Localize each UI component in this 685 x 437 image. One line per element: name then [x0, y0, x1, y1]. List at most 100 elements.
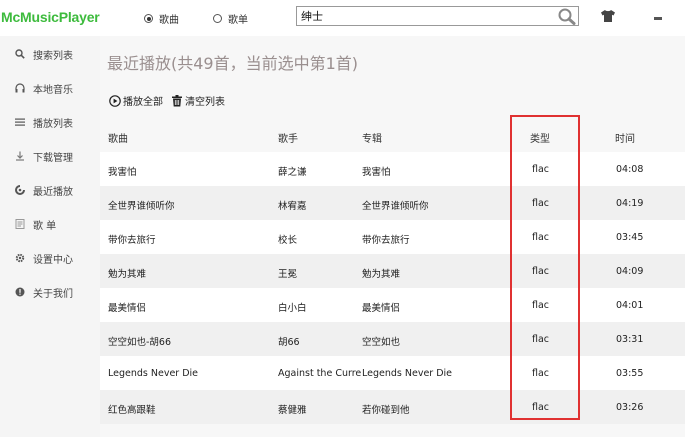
sidebar-item-local-music[interactable]: 本地音乐: [0, 73, 100, 103]
play-circle-icon: [109, 94, 121, 107]
sidebar-item-download-manager[interactable]: 下载管理: [0, 141, 100, 171]
minimize-icon[interactable]: [654, 17, 662, 20]
song-cell: 全世界谁倾听你: [108, 201, 175, 212]
song-cell: 红色高跟鞋: [108, 405, 156, 416]
clear-list-label: 清空列表: [185, 97, 225, 108]
headphones-icon: [15, 83, 25, 93]
sidebar-item-label: 本地音乐: [33, 84, 73, 96]
table-row[interactable]: 空空如也-胡66 胡66 空空如也 flac 03:31: [100, 322, 685, 356]
search-icon[interactable]: [557, 7, 577, 25]
sidebar-item-label: 歌 单: [33, 220, 57, 232]
download-icon: [16, 151, 24, 161]
type-cell: flac: [532, 402, 550, 413]
song-cell: 勉为其难: [108, 269, 147, 280]
table-row[interactable]: 带你去旅行 校长 带你去旅行 flac 03:45: [100, 220, 685, 254]
page-title: 最近播放(共49首，当前选中第1首): [107, 54, 359, 73]
gear-icon: [15, 253, 25, 263]
column-header-time[interactable]: 时间: [615, 130, 635, 145]
column-header-song[interactable]: 歌曲: [108, 130, 128, 145]
artist-cell: 蔡健雅: [278, 405, 307, 416]
time-cell: 03:31: [616, 334, 644, 345]
album-cell: 若你碰到他: [362, 405, 410, 416]
sidebar-item-label: 关于我们: [33, 288, 73, 300]
song-cell: 我害怕: [108, 167, 137, 178]
sidebar-item-play-list[interactable]: 播放列表: [0, 107, 100, 137]
album-cell: 勉为其难: [362, 269, 401, 280]
sidebar-item-label: 下载管理: [33, 152, 73, 164]
column-header-artist[interactable]: 歌手: [278, 130, 298, 145]
top-bar: McMusicPlayer 歌曲 歌单: [0, 0, 685, 36]
song-cell: 带你去旅行: [108, 235, 156, 246]
list-icon: [15, 118, 25, 126]
search-input[interactable]: [297, 7, 547, 25]
sidebar-item-search-list[interactable]: 搜索列表: [0, 39, 100, 69]
album-cell: 我害怕: [362, 167, 391, 178]
search-mode-playlist-radio[interactable]: 歌单: [213, 11, 248, 26]
artist-cell: Against the Curre: [278, 368, 362, 379]
radio-unselected-icon: [213, 14, 222, 23]
sidebar: 搜索列表 本地音乐 播放列表 下载管理 最近播放 歌 单 设置中心 关于我们: [0, 36, 100, 437]
artist-cell: 校长: [278, 235, 298, 246]
play-all-button[interactable]: 播放全部: [109, 93, 163, 108]
recent-icon: [15, 185, 25, 195]
artist-cell: 白小白: [278, 303, 307, 314]
album-cell: 全世界谁倾听你: [362, 201, 429, 212]
time-cell: 04:09: [616, 266, 644, 277]
sidebar-item-label: 最近播放: [33, 186, 73, 198]
table-row[interactable]: 勉为其难 王冕 勉为其难 flac 04:09: [100, 254, 685, 288]
trash-icon: [172, 94, 182, 106]
type-cell: flac: [532, 232, 550, 243]
type-cell: flac: [532, 334, 550, 345]
search-mode-playlist-label: 歌单: [228, 15, 248, 26]
song-cell: Legends Never Die: [108, 368, 199, 379]
time-cell: 03:45: [616, 232, 644, 243]
radio-selected-icon: [144, 14, 153, 23]
app-logo: McMusicPlayer: [1, 9, 100, 25]
time-cell: 03:55: [616, 368, 644, 379]
album-cell: Legends Never Die: [362, 368, 453, 379]
play-all-label: 播放全部: [123, 97, 163, 108]
type-cell: flac: [532, 368, 550, 379]
sidebar-item-recent-play[interactable]: 最近播放: [0, 175, 100, 205]
album-cell: 空空如也: [362, 337, 401, 348]
table-header: [100, 118, 685, 152]
table-row[interactable]: 我害怕 薛之谦 我害怕 flac 04:08: [100, 152, 685, 186]
info-icon: [15, 287, 25, 297]
table-row[interactable]: Legends Never Die Against the Curre Lege…: [100, 356, 685, 390]
song-cell: 最美情侣: [108, 303, 147, 314]
sidebar-item-playlists[interactable]: 歌 单: [0, 209, 100, 239]
table-row[interactable]: 最美情侣 白小白 最美情侣 flac 04:01: [100, 288, 685, 322]
search-icon: [15, 49, 25, 59]
album-cell: 带你去旅行: [362, 235, 410, 246]
artist-cell: 胡66: [278, 337, 300, 348]
skin-shirt-icon[interactable]: [600, 9, 616, 23]
type-cell: flac: [532, 164, 550, 175]
time-cell: 03:26: [616, 402, 644, 413]
sidebar-item-about[interactable]: 关于我们: [0, 277, 100, 307]
table-row[interactable]: 红色高跟鞋 蔡健雅 若你碰到他 flac 03:26: [100, 390, 685, 424]
time-cell: 04:19: [616, 198, 644, 209]
table-row[interactable]: 全世界谁倾听你 林宥嘉 全世界谁倾听你 flac 04:19: [100, 186, 685, 220]
artist-cell: 薛之谦: [278, 167, 307, 178]
playlist-icon: [15, 219, 25, 229]
time-cell: 04:08: [616, 164, 644, 175]
search-box: [296, 6, 579, 26]
clear-list-button[interactable]: 清空列表: [171, 93, 225, 108]
time-cell: 04:01: [616, 300, 644, 311]
sidebar-item-settings[interactable]: 设置中心: [0, 243, 100, 273]
column-header-type[interactable]: 类型: [530, 130, 550, 145]
sidebar-item-label: 设置中心: [33, 254, 73, 266]
search-mode-song-label: 歌曲: [159, 15, 179, 26]
song-cell: 空空如也-胡66: [108, 337, 172, 348]
column-header-album[interactable]: 专辑: [362, 130, 382, 145]
type-cell: flac: [532, 198, 550, 209]
artist-cell: 林宥嘉: [278, 201, 307, 212]
type-cell: flac: [532, 300, 550, 311]
sidebar-item-label: 搜索列表: [33, 50, 73, 62]
song-table: 我害怕 薛之谦 我害怕 flac 04:08 全世界谁倾听你 林宥嘉 全世界谁倾…: [100, 152, 685, 424]
search-mode-song-radio[interactable]: 歌曲: [144, 11, 179, 26]
type-cell: flac: [532, 266, 550, 277]
album-cell: 最美情侣: [362, 303, 401, 314]
sidebar-item-label: 播放列表: [33, 118, 73, 130]
artist-cell: 王冕: [278, 269, 298, 280]
